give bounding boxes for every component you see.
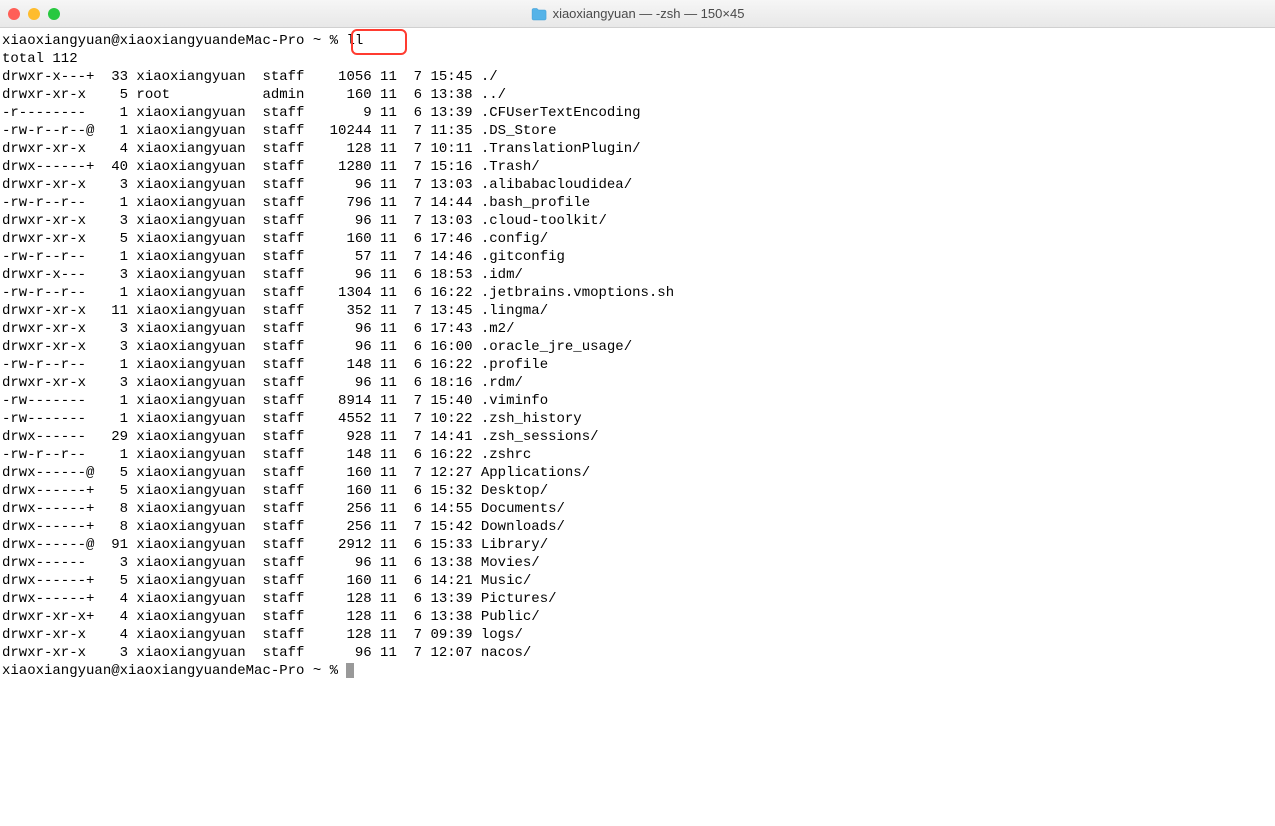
terminal-output[interactable]: xiaoxiangyuan@xiaoxiangyuandeMac-Pro ~ %… [0,28,1275,680]
listing-row: -rw-r--r--@ 1 xiaoxiangyuan staff 10244 … [2,122,1275,140]
listing-row: drwx------+ 40 xiaoxiangyuan staff 1280 … [2,158,1275,176]
close-button[interactable] [8,8,20,20]
listing-row: -rw-r--r-- 1 xiaoxiangyuan staff 148 11 … [2,446,1275,464]
listing-row: drwx------@ 5 xiaoxiangyuan staff 160 11… [2,464,1275,482]
minimize-button[interactable] [28,8,40,20]
prompt-line: xiaoxiangyuan@xiaoxiangyuandeMac-Pro ~ %… [2,32,1275,50]
listing-row: drwxr-xr-x 3 xiaoxiangyuan staff 96 11 6… [2,338,1275,356]
listing-row: drwxr-xr-x+ 4 xiaoxiangyuan staff 128 11… [2,608,1275,626]
listing-row: drwxr-x---+ 33 xiaoxiangyuan staff 1056 … [2,68,1275,86]
listing-row: drwxr-xr-x 11 xiaoxiangyuan staff 352 11… [2,302,1275,320]
total-line: total 112 [2,50,1275,68]
listing-row: drwxr-xr-x 4 xiaoxiangyuan staff 128 11 … [2,626,1275,644]
traffic-lights [8,8,60,20]
cursor [346,663,354,678]
listing-row: drwxr-xr-x 3 xiaoxiangyuan staff 96 11 6… [2,320,1275,338]
listing-row: drwx------+ 5 xiaoxiangyuan staff 160 11… [2,572,1275,590]
listing-row: drwxr-xr-x 3 xiaoxiangyuan staff 96 11 7… [2,176,1275,194]
listing-row: -rw-r--r-- 1 xiaoxiangyuan staff 57 11 7… [2,248,1275,266]
maximize-button[interactable] [48,8,60,20]
listing-row: drwxr-xr-x 3 xiaoxiangyuan staff 96 11 7… [2,644,1275,662]
listing-row: -rw------- 1 xiaoxiangyuan staff 8914 11… [2,392,1275,410]
listing-row: drwxr-xr-x 4 xiaoxiangyuan staff 128 11 … [2,140,1275,158]
listing-row: drwx------+ 5 xiaoxiangyuan staff 160 11… [2,482,1275,500]
listing-row: drwxr-xr-x 3 xiaoxiangyuan staff 96 11 6… [2,374,1275,392]
listing-row: drwx------@ 91 xiaoxiangyuan staff 2912 … [2,536,1275,554]
window-titlebar: xiaoxiangyuan — -zsh — 150×45 [0,0,1275,28]
window-title-container: xiaoxiangyuan — -zsh — 150×45 [531,6,745,21]
listing-row: -rw-r--r-- 1 xiaoxiangyuan staff 148 11 … [2,356,1275,374]
listing-row: drwx------ 29 xiaoxiangyuan staff 928 11… [2,428,1275,446]
listing-row: drwx------+ 8 xiaoxiangyuan staff 256 11… [2,518,1275,536]
listing-row: -rw------- 1 xiaoxiangyuan staff 4552 11… [2,410,1275,428]
listing-row: drwx------+ 4 xiaoxiangyuan staff 128 11… [2,590,1275,608]
listing-row: -rw-r--r-- 1 xiaoxiangyuan staff 796 11 … [2,194,1275,212]
folder-icon [531,7,547,21]
listing-row: drwxr-x--- 3 xiaoxiangyuan staff 96 11 6… [2,266,1275,284]
listing-row: drwxr-xr-x 5 root admin 160 11 6 13:38 .… [2,86,1275,104]
listing-row: -r-------- 1 xiaoxiangyuan staff 9 11 6 … [2,104,1275,122]
listing-row: -rw-r--r-- 1 xiaoxiangyuan staff 1304 11… [2,284,1275,302]
prompt-line: xiaoxiangyuan@xiaoxiangyuandeMac-Pro ~ % [2,662,1275,680]
listing-row: drwxr-xr-x 5 xiaoxiangyuan staff 160 11 … [2,230,1275,248]
listing-row: drwx------+ 8 xiaoxiangyuan staff 256 11… [2,500,1275,518]
listing-row: drwxr-xr-x 3 xiaoxiangyuan staff 96 11 7… [2,212,1275,230]
listing-row: drwx------ 3 xiaoxiangyuan staff 96 11 6… [2,554,1275,572]
window-title: xiaoxiangyuan — -zsh — 150×45 [553,6,745,21]
